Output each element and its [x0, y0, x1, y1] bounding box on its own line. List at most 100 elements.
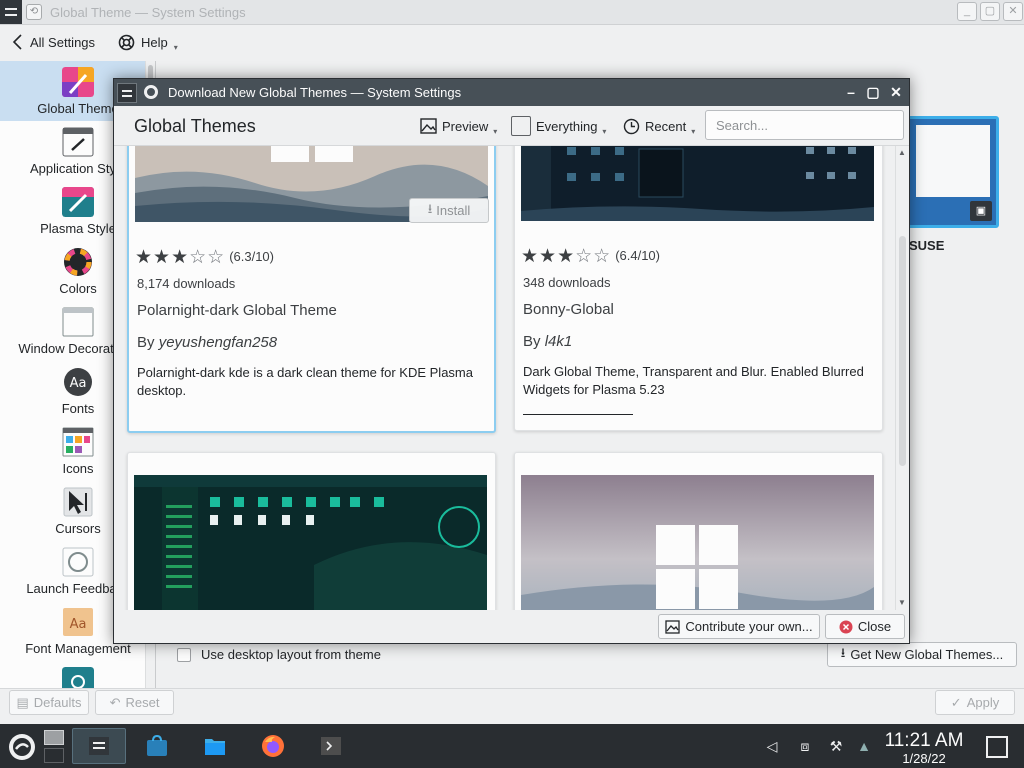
image-icon: [420, 118, 437, 134]
download-count: 8,174 downloads: [137, 276, 236, 291]
image-upload-icon: [665, 619, 681, 634]
help-lifebuoy-icon: [118, 34, 135, 51]
close-button[interactable]: ✕: [1003, 2, 1023, 21]
preview-label: Preview: [442, 118, 489, 134]
filter-box-icon: [511, 116, 531, 136]
apply-label: Apply: [966, 695, 1000, 710]
pager-desktop-1[interactable]: [44, 730, 64, 745]
use-desktop-layout-checkbox[interactable]: Use desktop layout from theme: [177, 647, 381, 662]
close-dialog-button[interactable]: Close: [825, 614, 905, 639]
theme-name: Bonny-Global: [523, 301, 614, 318]
get-new-themes-button[interactable]: ⭳ Get New Global Themes...: [827, 642, 1017, 667]
by-label: By: [137, 334, 155, 351]
font-management-icon: Aa: [63, 608, 93, 636]
sidebar-item-partial[interactable]: [0, 661, 155, 688]
application-launcher-icon[interactable]: [7, 732, 37, 762]
chevron-down-icon: ▾: [493, 126, 498, 136]
preview-mode-button[interactable]: Preview ▾: [420, 114, 497, 138]
download-themes-dialog: Download New Global Themes — System Sett…: [113, 78, 910, 644]
reset-label: Reset: [125, 695, 160, 710]
filter-label: Everything: [536, 118, 598, 134]
apply-button[interactable]: ✓ Apply: [935, 690, 1015, 715]
volume-icon[interactable]: ◁: [762, 736, 782, 756]
network-icon[interactable]: ⧈: [795, 736, 815, 756]
by-label: By: [523, 333, 541, 350]
contribute-button[interactable]: Contribute your own...: [658, 614, 820, 639]
theme-preview-image: [916, 125, 990, 197]
page-title: Global Themes: [134, 116, 256, 136]
terminal-icon[interactable]: [320, 735, 342, 757]
search-input[interactable]: [706, 111, 903, 139]
reset-button[interactable]: ↶ Reset: [95, 690, 174, 715]
cursors-icon: [63, 487, 93, 517]
system-settings-app-icon[interactable]: [0, 0, 22, 24]
settings-tray-icon[interactable]: ⚒: [826, 736, 846, 756]
theme-card-polarnight[interactable]: ⭳ Install ★★★☆☆ (6.3/10) 8,174 downloads …: [127, 146, 496, 433]
show-desktop-icon[interactable]: [986, 736, 1008, 758]
dialog-footer: Contribute your own... Close: [114, 610, 909, 643]
theme-preview-image: [521, 146, 874, 221]
splash-screen-icon: [62, 667, 94, 688]
themes-scrollbar[interactable]: ▲ ▼: [895, 146, 909, 610]
theme-card-dark-teal[interactable]: [127, 452, 496, 610]
pager-desktop-2[interactable]: [44, 748, 64, 763]
download-icon: ⭳: [840, 644, 846, 660]
task-system-settings[interactable]: [72, 728, 126, 764]
maximize-button[interactable]: ▢: [864, 83, 882, 101]
sort-dropdown[interactable]: Recent ▾: [623, 114, 695, 138]
keep-above-icon[interactable]: ⟲: [26, 4, 42, 20]
bottom-button-bar: ▤ Defaults ↶ Reset ✓ Apply: [0, 688, 1024, 724]
minimize-button[interactable]: _: [957, 2, 977, 21]
maximize-button[interactable]: ▢: [980, 2, 1000, 21]
contribute-label: Contribute your own...: [685, 619, 813, 634]
theme-thumbnail-suse[interactable]: ▣: [907, 116, 999, 228]
all-settings-label: All Settings: [30, 34, 96, 50]
svg-text:Aa: Aa: [70, 376, 87, 391]
keep-above-icon[interactable]: [144, 85, 158, 99]
dialog-title: Download New Global Themes — System Sett…: [168, 85, 462, 100]
taskbar: ◁ ⧈ ⚒ ▲ 11:21 AM 1/28/22: [0, 724, 1024, 768]
author-name[interactable]: l4k1: [545, 333, 573, 350]
theme-card-windows-style[interactable]: [514, 452, 883, 610]
install-label: Install: [436, 203, 471, 218]
author-name[interactable]: yeyushengfan258: [159, 334, 277, 351]
checkbox-box[interactable]: [177, 647, 191, 662]
install-button[interactable]: ⭳ Install: [409, 198, 489, 223]
filter-dropdown[interactable]: Everything ▾: [511, 114, 606, 138]
firefox-icon[interactable]: [261, 734, 285, 758]
use-desktop-layout-label: Use desktop layout from theme: [201, 647, 381, 662]
svg-text:Aa: Aa: [70, 617, 87, 632]
main-window-title: Global Theme — System Settings: [50, 5, 246, 20]
close-button[interactable]: ✕: [887, 83, 905, 101]
theme-author: By l4k1: [523, 333, 572, 350]
global-theme-icon: [62, 67, 94, 97]
help-label: Help: [141, 35, 168, 50]
main-titlebar: ⟲ Global Theme — System Settings _ ▢ ✕: [0, 0, 1024, 25]
fonts-icon: Aa: [64, 368, 92, 396]
dialog-header: Global Themes Preview ▾ Everything ▾ Rec…: [114, 106, 909, 146]
discover-store-icon[interactable]: [146, 735, 168, 757]
file-manager-icon[interactable]: [204, 735, 226, 757]
application-style-icon: [62, 127, 94, 157]
minimize-button[interactable]: –: [842, 83, 860, 101]
clock-date[interactable]: 1/28/22: [884, 751, 964, 766]
search-field[interactable]: [705, 110, 904, 140]
rating-stars: ★★★☆☆ (6.3/10): [135, 247, 274, 268]
rating-value: (6.4/10): [615, 248, 660, 263]
preview-image-icon[interactable]: ▣: [970, 201, 992, 221]
expand-tray-icon[interactable]: ▲: [854, 736, 874, 756]
theme-preview-image: [521, 475, 874, 610]
themes-grid: ⭳ Install ★★★☆☆ (6.3/10) 8,174 downloads …: [114, 146, 909, 610]
plasma-style-icon: [62, 187, 94, 217]
defaults-label: Defaults: [33, 695, 82, 710]
all-settings-button[interactable]: All Settings: [12, 33, 95, 51]
clock-time[interactable]: 11:21 AM: [884, 730, 964, 752]
rating-value: (6.3/10): [229, 249, 274, 264]
defaults-button[interactable]: ▤ Defaults: [9, 690, 89, 715]
scrollbar-thumb[interactable]: [899, 236, 906, 466]
theme-card-bonny-global[interactable]: ★★★☆☆ (6.4/10) 348 downloads Bonny-Global…: [514, 146, 883, 431]
help-menu-button[interactable]: Help ▾: [118, 33, 178, 52]
system-settings-app-icon[interactable]: [117, 83, 137, 103]
scroll-up-icon[interactable]: ▲: [898, 148, 906, 157]
scroll-down-icon[interactable]: ▼: [898, 598, 906, 607]
